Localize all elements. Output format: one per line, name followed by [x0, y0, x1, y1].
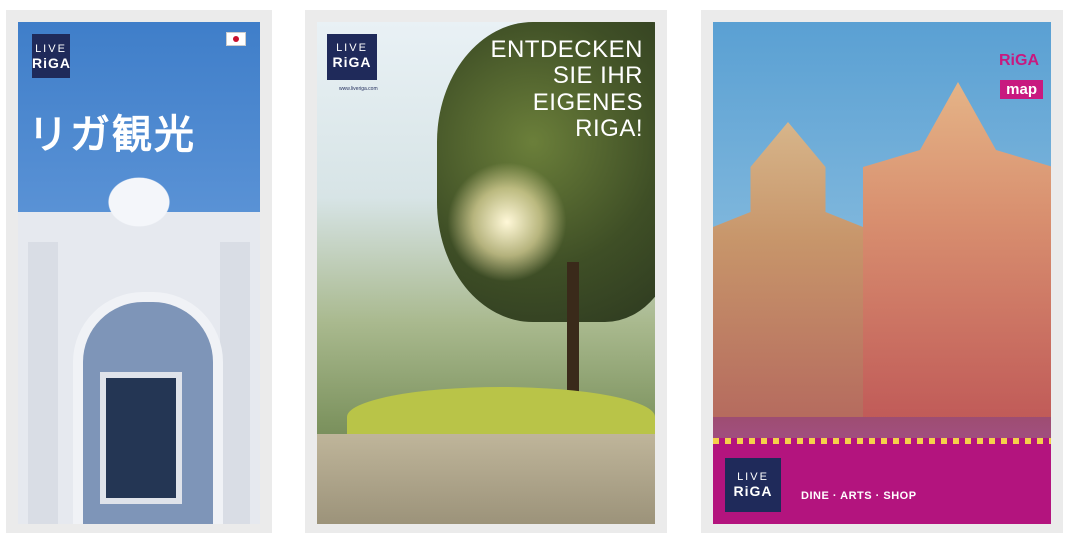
logo-line-2: RiGA — [733, 482, 773, 499]
live-riga-logo: LIVE RiGA — [725, 458, 781, 512]
logo-line-1: LIVE — [35, 43, 67, 55]
logo-line-2: RiGA — [332, 53, 372, 70]
house-of-blackheads-left — [713, 122, 863, 422]
tagline: DINE · ARTS · SHOP — [801, 490, 917, 502]
brochure-card-map[interactable]: RiGA map LIVE RiGA DINE · ARTS · SHOP — [701, 10, 1063, 533]
title-line: ENTDECKEN — [490, 36, 643, 63]
brochure-cover-german[interactable]: LIVE RiGA www.liveriga.com ENTDECKEN SIE… — [317, 22, 655, 524]
title-line: RIGA! — [575, 115, 643, 143]
brochure-card-japanese[interactable]: LIVE RiGA リガ観光 — [6, 10, 272, 533]
art-nouveau-facade-image — [18, 172, 260, 524]
brochure-card-german[interactable]: LIVE RiGA www.liveriga.com ENTDECKEN SIE… — [305, 10, 667, 533]
fountain-basin — [317, 434, 655, 524]
logo-line-2: RiGA — [32, 54, 71, 71]
logo-line-1: LIVE — [737, 471, 769, 483]
riga-label: RiGA — [999, 52, 1039, 69]
brochure-title: ENTDECKEN SIE IHR EIGENES RIGA! — [490, 36, 643, 143]
live-riga-logo: LIVE RiGA — [327, 34, 377, 80]
live-riga-logo: LIVE RiGA — [32, 34, 70, 78]
japan-flag-icon — [226, 32, 246, 46]
tree-trunk — [567, 262, 579, 402]
house-of-blackheads-right — [863, 82, 1051, 422]
logo-line-1: LIVE — [336, 42, 368, 54]
facade-column — [220, 242, 250, 524]
facade-window — [100, 372, 182, 504]
brochure-cover-map[interactable]: RiGA map LIVE RiGA DINE · ARTS · SHOP — [713, 22, 1051, 524]
title-line: EIGENES — [532, 88, 643, 116]
facade-column — [28, 242, 58, 524]
title-line: SIE IHR — [552, 62, 643, 90]
brochure-title: リガ観光 — [28, 112, 196, 158]
map-label: map — [1000, 80, 1043, 99]
sunlight-glow — [447, 162, 567, 282]
brochure-cover-japanese[interactable]: LIVE RiGA リガ観光 — [18, 22, 260, 524]
website-url: www.liveriga.com — [339, 86, 378, 92]
